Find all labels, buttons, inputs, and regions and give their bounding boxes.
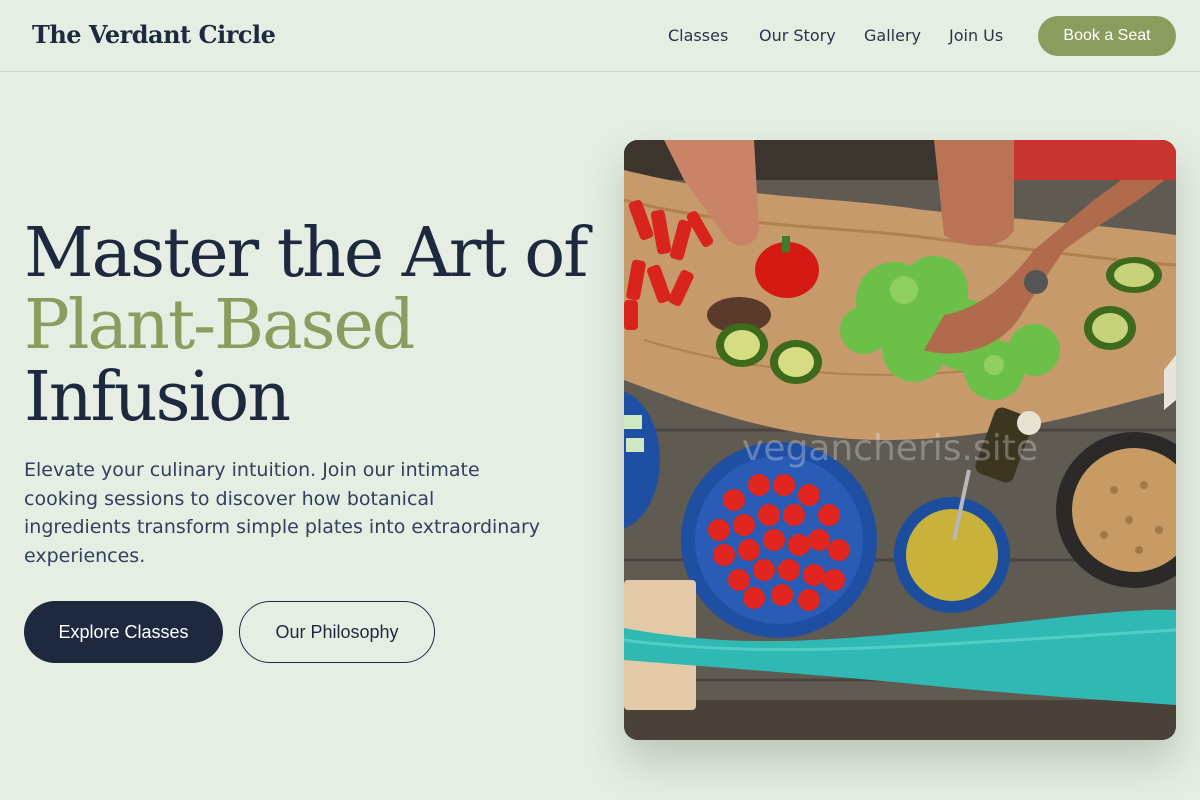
nav-link-our-story[interactable]: Our Story [759,26,836,45]
explore-classes-button[interactable]: Explore Classes [24,601,223,663]
headline-line-3: Infusion [24,358,291,437]
site-header: The Verdant Circle Classes Our Story Gal… [0,0,1200,72]
image-watermark: vegancheris.site [742,428,1038,469]
headline-accent: Plant-Based [24,286,415,365]
book-a-seat-button[interactable]: Book a Seat [1038,16,1176,56]
hero-headline: Master the Art of Plant-Based Infusion [24,218,604,434]
hero-description: Elevate your culinary intuition. Join ou… [24,459,541,567]
hero-image: vegancheris.site [624,140,1176,740]
our-philosophy-button[interactable]: Our Philosophy [239,601,435,663]
nav-link-join-us[interactable]: Join Us [949,26,1003,45]
headline-line-1: Master the Art of [24,214,588,293]
nav-link-gallery[interactable]: Gallery [864,26,921,45]
main-nav: Classes Our Story Gallery Join Us [0,26,1200,50]
nav-link-classes[interactable]: Classes [668,26,728,45]
